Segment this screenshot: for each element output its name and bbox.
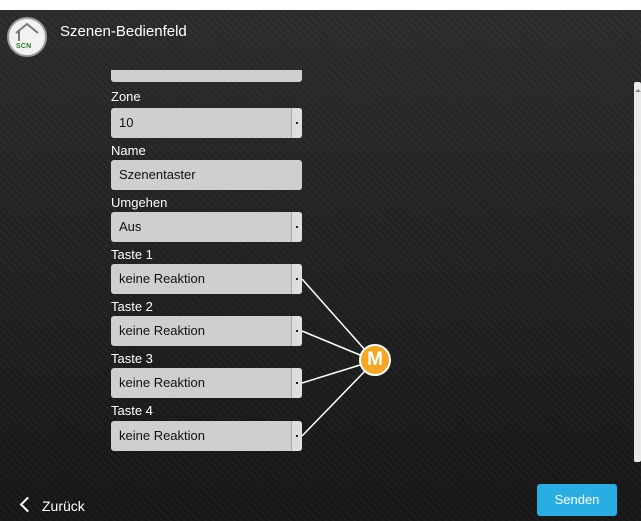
master-badge[interactable]: M bbox=[359, 344, 391, 376]
back-label: Zurück bbox=[42, 498, 85, 514]
send-button[interactable]: Senden bbox=[537, 484, 617, 516]
back-button[interactable]: Zurück bbox=[19, 496, 85, 514]
scrollbar[interactable] bbox=[634, 82, 641, 462]
connector-lines bbox=[301, 278, 367, 437]
app-window: SCN Szenen-Bedienfeld Zone 10 Name Szene… bbox=[0, 10, 641, 521]
chevron-left-icon bbox=[19, 496, 36, 513]
connector-line-taste-3 bbox=[301, 364, 361, 384]
connector-line-taste-1 bbox=[301, 278, 367, 352]
